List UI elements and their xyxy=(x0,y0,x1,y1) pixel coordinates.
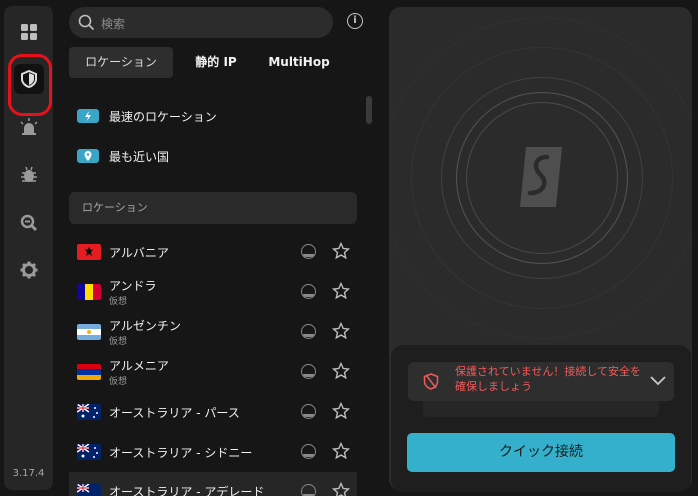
star-icon[interactable] xyxy=(332,242,350,260)
app-version: 3.17.4 xyxy=(12,468,45,479)
star-icon[interactable] xyxy=(332,482,350,496)
star-icon[interactable] xyxy=(332,362,350,380)
load-indicator-icon xyxy=(301,444,316,459)
protection-status[interactable]: 保護されていません！接続して安全を確保しましょう xyxy=(408,362,674,401)
location-name: オーストラリア - シドニー xyxy=(109,446,253,460)
argentina-flag-icon xyxy=(77,324,101,340)
andorra-flag-icon xyxy=(77,284,101,300)
rail-item-vpn[interactable] xyxy=(14,64,44,94)
location-name: アルメニア xyxy=(109,359,169,373)
chevron-down-icon[interactable] xyxy=(650,376,666,386)
load-indicator-icon xyxy=(301,284,316,299)
location-sub: 仮想 xyxy=(109,377,128,387)
location-sub: 仮想 xyxy=(109,297,128,307)
load-indicator-icon xyxy=(301,404,316,419)
location-row[interactable]: オーストラリア - パース xyxy=(69,392,357,432)
alert-icon xyxy=(20,118,38,135)
albania-flag-icon xyxy=(77,244,101,260)
rail-item-antivirus[interactable] xyxy=(14,160,44,190)
search-icon xyxy=(78,14,95,31)
nearest-country-label: 最も近い国 xyxy=(109,149,170,164)
australia-flag-icon xyxy=(77,444,101,460)
bug-icon xyxy=(21,166,37,182)
search-bug-icon xyxy=(20,214,38,232)
location-name: オーストラリア - パース xyxy=(109,406,240,420)
location-row[interactable]: オーストラリア - シドニー xyxy=(69,432,357,472)
shield-icon xyxy=(21,70,37,88)
grid-icon xyxy=(21,24,37,40)
location-name: アルバニア xyxy=(109,246,169,260)
tab-static-ip[interactable]: 静的 IP xyxy=(184,47,248,78)
search-placeholder: 検索 xyxy=(101,17,126,31)
shield-off-icon xyxy=(423,373,439,390)
location-row[interactable]: アンドラ 仮想 xyxy=(69,272,357,312)
rail-item-alerts[interactable] xyxy=(14,112,44,142)
location-row[interactable]: アルメニア 仮想 xyxy=(69,352,357,392)
location-name: アンドラ xyxy=(109,279,157,293)
star-icon[interactable] xyxy=(332,442,350,460)
location-row[interactable]: アルゼンチン 仮想 xyxy=(69,312,357,352)
sidebar-rail: 3.17.4 xyxy=(4,6,53,490)
star-icon[interactable] xyxy=(332,402,350,420)
location-sub: 仮想 xyxy=(109,337,128,347)
load-indicator-icon xyxy=(301,324,316,339)
status-message: 保護されていません！接続して安全を確保しましょう xyxy=(455,365,642,393)
pin-icon xyxy=(77,149,99,163)
nearest-country-item[interactable]: 最も近い国 xyxy=(77,136,169,176)
scrollbar[interactable] xyxy=(366,96,372,124)
load-indicator-icon xyxy=(301,244,316,259)
rail-item-search[interactable] xyxy=(14,208,44,238)
australia-flag-icon xyxy=(77,484,101,496)
tab-locations[interactable]: ロケーション xyxy=(69,47,173,78)
lightning-icon xyxy=(77,109,99,123)
rail-item-home[interactable] xyxy=(14,17,44,47)
location-row[interactable]: オーストラリア - アデレード xyxy=(69,472,357,496)
quick-connect-button[interactable]: クイック接続 xyxy=(407,433,675,472)
gear-icon xyxy=(20,261,38,279)
star-icon[interactable] xyxy=(332,282,350,300)
rail-item-settings[interactable] xyxy=(14,255,44,285)
fastest-location-item[interactable]: 最速のロケーション xyxy=(77,96,217,136)
australia-flag-icon xyxy=(77,404,101,420)
location-row[interactable]: アルバニア xyxy=(69,232,357,272)
star-icon[interactable] xyxy=(332,322,350,340)
armenia-flag-icon xyxy=(77,364,101,380)
info-icon[interactable]: i xyxy=(347,13,363,29)
load-indicator-icon xyxy=(301,484,316,496)
surfshark-logo-icon xyxy=(520,147,562,207)
location-name: アルゼンチン xyxy=(109,319,181,333)
status-card-shadow xyxy=(423,401,659,417)
locations-section-header: ロケーション xyxy=(69,192,357,224)
search-input[interactable]: 検索 xyxy=(69,7,333,38)
location-name: オーストラリア - アデレード xyxy=(109,485,265,496)
tab-multihop[interactable]: MultiHop xyxy=(262,47,336,78)
load-indicator-icon xyxy=(301,364,316,379)
fastest-location-label: 最速のロケーション xyxy=(109,109,217,124)
